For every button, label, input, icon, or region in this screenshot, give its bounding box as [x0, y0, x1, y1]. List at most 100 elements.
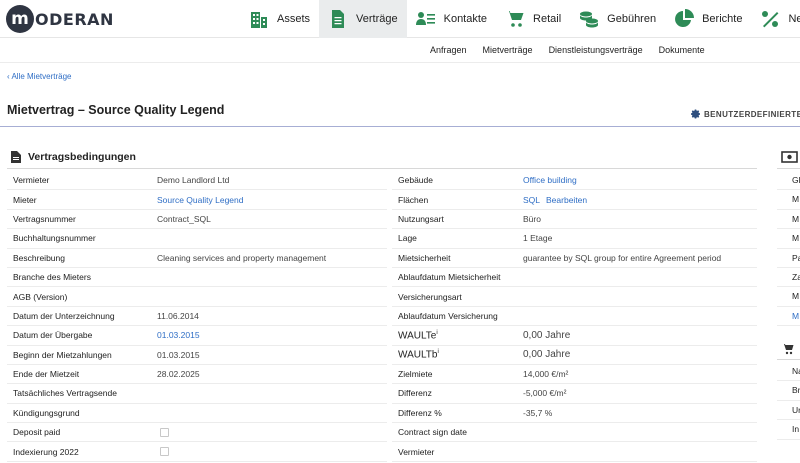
side-row: M — [777, 210, 800, 230]
side-row: Na — [777, 362, 800, 382]
logo-wordmark: ODERAN — [35, 9, 114, 29]
table-row: Beginn der Mietzahlungen 01.03.2015 — [7, 346, 387, 365]
table-row: Deposit paid — [7, 423, 387, 443]
table-row: Ende der Mietzeit 28.02.2025 — [7, 365, 387, 385]
field-label-text: Lage — [398, 233, 417, 244]
side-row: Ur — [777, 401, 800, 421]
field-label: Differenz % — [392, 408, 523, 418]
nav-item-berichte[interactable]: Berichte — [665, 0, 751, 38]
nav-item-label: Neben — [788, 13, 800, 25]
table-row: Vermieter — [392, 442, 757, 462]
top-navigation-bar: m ODERAN Assets Verträge Kontakte Retail Geb… — [0, 0, 800, 38]
field-label: Tatsächliches Vertragsende — [7, 388, 157, 398]
nav-item-label: Verträge — [356, 13, 398, 25]
main-nav: Assets Verträge Kontakte Retail Gebühren Beri… — [240, 0, 800, 38]
nav-item-gebühren[interactable]: Gebühren — [570, 0, 665, 38]
field-label: Datum der Unterzeichnung — [7, 311, 157, 321]
field-label-text: Datum der Übergabe — [13, 330, 93, 341]
pie-chart-icon — [674, 9, 695, 29]
field-label: Ablaufdatum Mietsicherheit — [392, 272, 523, 282]
table-row: Mietsicherheit guarantee by SQL group for… — [392, 249, 757, 268]
table-row: Beschreibung Cleaning services and proper… — [7, 249, 387, 268]
document-icon — [11, 151, 21, 163]
nav-item-assets[interactable]: Assets — [240, 0, 319, 38]
field-label: Mieter — [7, 195, 157, 205]
field-label-text: Versicherungsart — [398, 291, 462, 302]
nav-item-label: Berichte — [702, 13, 743, 25]
field-label: Nutzungsart — [392, 214, 523, 224]
contacts-icon — [415, 9, 436, 29]
field-label: Differenz — [392, 388, 523, 398]
side-panel-rows-2: NaBrUrIn — [777, 362, 800, 440]
nav-item-label: Assets — [277, 13, 311, 25]
subnav-item-mietverträge[interactable]: Mietverträge — [483, 38, 533, 63]
table-row: Mieter Source Quality Legend — [7, 190, 387, 210]
field-value: 1 Etage — [523, 233, 553, 244]
field-value: Demo Landlord Ltd — [157, 175, 230, 186]
field-label-text: Datum der Unterzeichnung — [13, 310, 115, 321]
info-icon[interactable]: i — [436, 330, 437, 336]
checkbox[interactable] — [160, 427, 169, 437]
field-label: Deposit paid — [7, 427, 157, 437]
field-label: Buchhaltungsnummer — [7, 233, 157, 243]
table-row: Gebäude Office building — [392, 171, 757, 191]
subnav-item-dokumente[interactable]: Dokumente — [659, 38, 705, 63]
field-label-text: Indexierung 2022 — [13, 446, 79, 457]
nav-item-neben[interactable]: Neben — [751, 0, 800, 38]
table-row: Differenz -5,000 €/m² — [392, 384, 757, 404]
field-value: Contract_SQL — [157, 213, 211, 224]
nav-item-kontakte[interactable]: Kontakte — [407, 0, 496, 38]
field-label: Datum der Übergabe — [7, 330, 157, 340]
field-value — [157, 427, 169, 437]
field-value[interactable]: 01.03.2015 — [157, 330, 200, 340]
side-row[interactable]: M — [777, 307, 800, 327]
field-label-text: Beschreibung — [13, 252, 65, 263]
field-label-text: Contract sign date — [398, 427, 467, 438]
field-value: -35,7 % — [523, 407, 553, 418]
subnav-item-dienstleistungsverträge[interactable]: Dienstleistungsverträge — [549, 38, 643, 63]
subnav-item-anfragen[interactable]: Anfragen — [430, 38, 467, 63]
side-panel-rows: GlMMMPaZaMM — [777, 171, 800, 327]
field-value: Cleaning services and property managemen… — [157, 252, 327, 263]
field-label: Beschreibung — [7, 253, 157, 263]
custom-fields-button[interactable]: BENUTZERDEFINIERTE — [691, 109, 800, 119]
field-label: WAULTbi — [392, 349, 523, 360]
moderan-logo[interactable]: m ODERAN — [6, 5, 114, 33]
field-label: Vermieter — [392, 447, 523, 457]
field-value: 01.03.2015 — [157, 349, 200, 360]
table-row: Datum der Übergabe 01.03.2015 — [7, 326, 387, 346]
field-value[interactable]: Office building — [523, 175, 577, 185]
nav-item-retail[interactable]: Retail — [496, 0, 570, 38]
field-value[interactable]: Source Quality Legend — [157, 195, 243, 205]
field-value — [157, 447, 169, 457]
field-label-text: Deposit paid — [13, 427, 61, 438]
sub-navigation: Anfragen Mietverträge Dienstleistungsvertr… — [0, 38, 800, 63]
section-title: Vertragsbedingungen — [28, 151, 136, 163]
document-icon — [328, 9, 348, 29]
field-label-text: AGB (Version) — [13, 291, 68, 302]
table-row: WAULTbi 0,00 Jahre — [392, 346, 757, 365]
field-label: Zielmiete — [392, 369, 523, 379]
money-icon — [781, 151, 798, 163]
field-label: Ablaufdatum Versicherung — [392, 311, 523, 321]
table-row: AGB (Version) — [7, 287, 387, 307]
table-row: Vermieter Demo Landlord Ltd — [7, 171, 387, 191]
field-value[interactable]: SQL — [523, 195, 540, 205]
logo-mark: m — [6, 5, 34, 33]
edit-areas-link[interactable]: Bearbeiten — [546, 195, 587, 205]
back-to-leases-link[interactable]: ‹ Alle Mietverträge — [7, 72, 71, 81]
field-label-text: Ablaufdatum Mietsicherheit — [398, 272, 501, 283]
info-icon[interactable]: i — [437, 349, 438, 355]
section-divider — [7, 168, 757, 169]
field-label-text: Ende der Mietzeit — [13, 369, 80, 380]
checkbox[interactable] — [160, 447, 169, 457]
field-label-text: Ablaufdatum Versicherung — [398, 310, 498, 321]
field-label: Flächen — [392, 195, 523, 205]
field-label-text: Nutzungsart — [398, 213, 444, 224]
field-label-text: Branche des Mieters — [13, 272, 91, 283]
field-value: 0,00 Jahre — [523, 329, 571, 341]
nav-item-verträge[interactable]: Verträge — [319, 0, 407, 38]
cart-icon — [782, 344, 794, 355]
field-label: Contract sign date — [392, 427, 523, 437]
field-value: -5,000 €/m² — [523, 388, 567, 399]
